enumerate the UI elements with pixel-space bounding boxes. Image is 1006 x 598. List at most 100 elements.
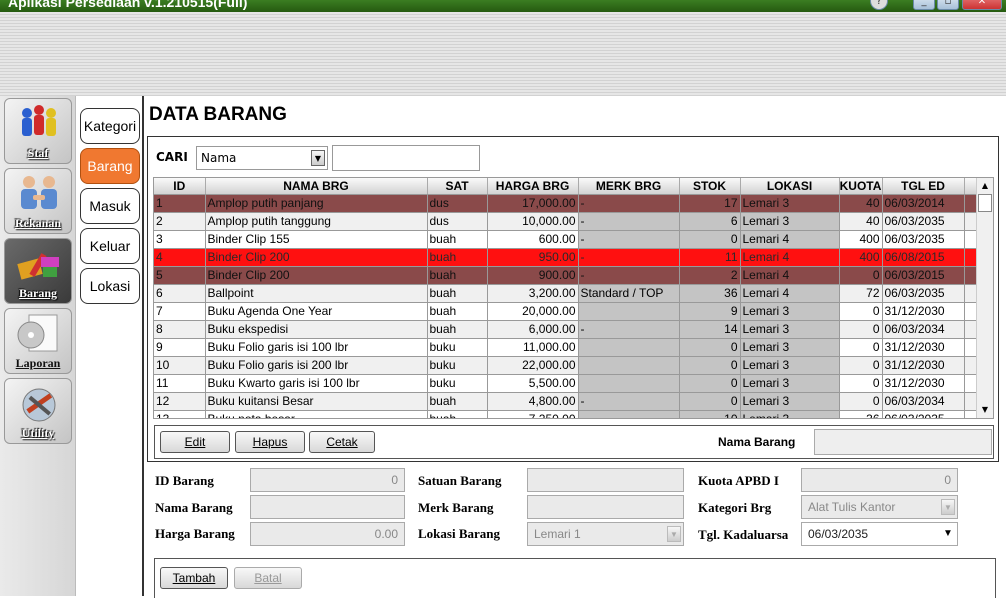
help-icon[interactable]: ? <box>870 0 888 10</box>
search-label: CARI <box>156 150 188 164</box>
table-row[interactable]: 1 Amplop putih panjang dus 17,000.00-17 Lema… <box>154 194 977 213</box>
table-row[interactable]: 6 Ballpoint buah 3,200.00 Standard / TOP 36 Le… <box>154 284 977 303</box>
cell-sat: buku <box>427 356 488 375</box>
search-input[interactable] <box>332 145 480 171</box>
table-row[interactable]: 7 Buku Agenda One Year buah 20,000.00 9 Lemar… <box>154 302 977 321</box>
table-row[interactable]: 8 Buku ekspedisi buah 6,000.00-14 Lemari 300… <box>154 320 977 339</box>
cell-harga: 950.00 <box>487 248 579 267</box>
cell-tgl: 31/12/2030 <box>882 338 965 357</box>
cell-kuota: 0 <box>839 320 883 339</box>
cell-lokasi: Lemari 3 <box>740 410 840 418</box>
merk-barang-field[interactable] <box>527 495 684 519</box>
cell-merk: - <box>578 230 680 249</box>
cell-sat: dus <box>427 194 488 213</box>
cell-lokasi: Lemari 3 <box>740 194 840 213</box>
lokasi-barang-select[interactable]: Lemari 1 ▼ <box>527 522 684 546</box>
cell-nama: Buku Kwarto garis isi 100 lbr <box>205 374 428 393</box>
cell-merk <box>578 410 680 418</box>
table-row[interactable]: 11 Buku Kwarto garis isi 100 lbr buku 5,500… <box>154 374 977 393</box>
cell-id: 5 <box>154 266 206 285</box>
batal-button[interactable]: Batal <box>234 567 302 589</box>
report-disc-icon <box>17 314 58 352</box>
minimize-icon[interactable]: _ <box>913 0 935 10</box>
nav-barang[interactable]: Barang <box>4 238 72 304</box>
table-scrollbar[interactable]: ▲ ▼ <box>976 178 993 418</box>
cell-stok: 6 <box>679 212 741 231</box>
nav-rekanan[interactable]: Rekanan <box>4 168 72 234</box>
column-header[interactable]: TGL ED <box>882 178 965 195</box>
cell-id: 10 <box>154 356 206 375</box>
search-field-select[interactable]: Nama ▼ <box>196 146 328 170</box>
chevron-down-icon[interactable]: ▼ <box>667 526 681 542</box>
cell-harga: 10,000.00 <box>487 212 579 231</box>
hapus-label: Hapus <box>252 435 288 449</box>
scroll-up-icon[interactable]: ▲ <box>977 178 993 194</box>
cell-kuota: 0 <box>839 392 883 411</box>
cell-spacer <box>964 392 977 411</box>
chevron-down-icon[interactable]: ▼ <box>941 499 955 515</box>
tab-keluar[interactable]: Keluar <box>80 228 140 264</box>
cell-merk: - <box>578 320 680 339</box>
harga-barang-field[interactable]: 0.00 <box>250 522 405 546</box>
cell-lokasi: Lemari 3 <box>740 392 840 411</box>
column-header[interactable]: HARGA BRG <box>487 178 579 195</box>
close-icon[interactable]: ✕ <box>962 0 1002 10</box>
table-row[interactable]: 4 Binder Clip 200 buah 950.00-11 Lemari 4 400… <box>154 248 977 267</box>
tab-lokasi[interactable]: Lokasi <box>80 268 140 304</box>
nav-label: Rekanan <box>14 216 61 230</box>
nav-utility[interactable]: Utility <box>4 378 72 444</box>
column-header[interactable]: LOKASI <box>740 178 840 195</box>
satuan-barang-field[interactable] <box>527 468 684 492</box>
table-row[interactable]: 10 Buku Folio garis isi 200 lbr buku 22,000… <box>154 356 977 375</box>
kuota-apbd-field[interactable]: 0 <box>801 468 958 492</box>
tgl-kadaluarsa-picker[interactable]: 06/03/2035 ▼ <box>801 522 958 546</box>
nav-laporan[interactable]: Laporan <box>4 308 72 374</box>
batal-label: Batal <box>254 571 282 585</box>
people-icon <box>22 105 56 136</box>
table-row[interactable]: 2 Amplop putih tanggung dus 10,000.00-6 Lema… <box>154 212 977 231</box>
hapus-button[interactable]: Hapus <box>235 431 305 453</box>
kategori-brg-select[interactable]: Alat Tulis Kantor ▼ <box>801 495 958 519</box>
nama-barang-filter-input[interactable] <box>814 429 992 455</box>
column-header[interactable]: SAT <box>427 178 488 195</box>
tab-masuk[interactable]: Masuk <box>80 188 140 224</box>
tambah-button[interactable]: Tambah <box>160 567 228 589</box>
cell-id: 2 <box>154 212 206 231</box>
nav-staf[interactable]: Staf <box>4 98 72 164</box>
id-barang-field[interactable]: 0 <box>250 468 405 492</box>
form-footer: Tambah Batal <box>154 558 996 598</box>
chevron-down-icon[interactable]: ▼ <box>941 526 955 542</box>
table-row[interactable]: 3 Binder Clip 155 buah 600.00-0 Lemari 4 400 0… <box>154 230 977 249</box>
cell-merk <box>578 338 680 357</box>
table-row[interactable]: 9 Buku Folio garis isi 100 lbr buku 11,000.… <box>154 338 977 357</box>
tab-barang[interactable]: Barang <box>80 148 140 184</box>
table-row[interactable]: 12 Buku kuitansi Besar buah 4,800.00-0 Lemar… <box>154 392 977 411</box>
nav-label: Utility <box>21 426 55 440</box>
cell-lokasi: Lemari 3 <box>740 338 840 357</box>
cell-stok: 17 <box>679 194 741 213</box>
maximize-icon[interactable]: ▫ <box>937 0 959 10</box>
nav-label: Barang <box>18 286 57 300</box>
scroll-down-icon[interactable]: ▼ <box>977 402 993 418</box>
tools-icon <box>22 388 56 422</box>
cell-tgl: 06/03/2034 <box>882 392 965 411</box>
cetak-button[interactable]: Cetak <box>309 431 375 453</box>
column-header[interactable]: STOK <box>679 178 741 195</box>
column-header[interactable]: ID <box>154 178 206 195</box>
edit-button[interactable]: Edit <box>160 431 230 453</box>
merk-barang-label: Merk Barang <box>418 500 494 515</box>
scroll-thumb[interactable] <box>978 194 992 212</box>
column-header[interactable]: KUOTA <box>839 178 883 195</box>
tab-kategori[interactable]: Kategori <box>80 108 140 144</box>
cell-nama: Buku kuitansi Besar <box>205 392 428 411</box>
cell-stok: 9 <box>679 302 741 321</box>
cell-spacer <box>964 194 977 213</box>
table-row[interactable]: 5 Binder Clip 200 buah 900.00-2 Lemari 4 0 06/… <box>154 266 977 285</box>
table-row[interactable]: 13 Buku nota besar buah 7,250.00 10 Lemari 33… <box>154 410 977 418</box>
column-header[interactable]: NAMA BRG <box>205 178 428 195</box>
cell-lokasi: Lemari 4 <box>740 284 840 303</box>
column-header[interactable]: MERK BRG <box>578 178 680 195</box>
chevron-down-icon[interactable]: ▼ <box>311 150 325 166</box>
nama-barang-field[interactable] <box>250 495 405 519</box>
tambah-label: Tambah <box>172 571 216 585</box>
